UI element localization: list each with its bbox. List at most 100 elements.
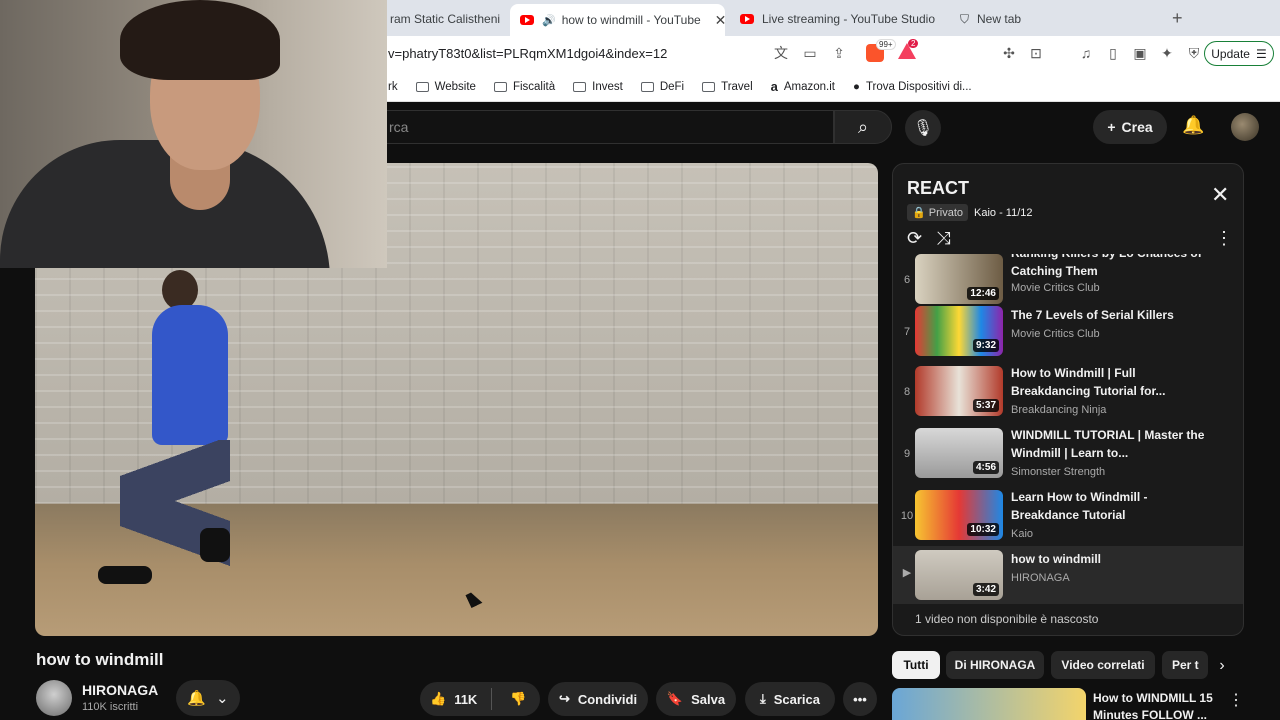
playlist-meta: 🔒 Privato Kaio - 11/12 (907, 204, 1033, 221)
create-button[interactable]: + Crea (1093, 110, 1167, 144)
search-button[interactable]: ⌕ (834, 110, 892, 144)
extensions-icon[interactable]: ✣ (1000, 44, 1018, 62)
url-input[interactable]: v=phatryT83t0&list=PLRqmXM1dgoi4&index=1… (388, 46, 667, 61)
screenshot-icon[interactable]: ⊡ (1027, 44, 1045, 62)
tab-calisthenics[interactable]: ram Static Calisthenic (380, 5, 500, 33)
playlist-video-channel: Simonster Strength (1011, 466, 1106, 478)
tab-new[interactable]: ⛉ New tab (950, 5, 1150, 33)
cast-icon[interactable]: ▭ (801, 44, 819, 62)
like-dislike-button[interactable]: 👍 11K 👎 (420, 682, 540, 716)
duration-badge: 10:32 (967, 523, 999, 536)
tab-youtube-studio[interactable]: Live streaming - YouTube Studio (730, 5, 945, 33)
playlist-item[interactable]: 8 5:37 How to Windmill | Full Breakdanci… (893, 364, 1243, 422)
playlist-item[interactable]: 7 9:32 The 7 Levels of Serial Killers Mo… (893, 304, 1243, 362)
leo-ai-icon[interactable]: ✦ (1158, 44, 1176, 62)
vpn-icon[interactable]: ⛨ (1185, 44, 1203, 62)
chip-from-channel[interactable]: Di HIRONAGA (946, 651, 1044, 679)
save-button[interactable]: 🔖 Salva (656, 682, 736, 716)
notification-button[interactable]: 🔔 ⌄ (176, 680, 240, 716)
playlist-video-channel: Movie Critics Club (1011, 328, 1100, 340)
playlist-owner-progress[interactable]: Kaio - 11/12 (974, 207, 1033, 219)
video-thumbnail[interactable]: 10:32 (915, 490, 1003, 540)
folder-icon (640, 81, 654, 92)
media-icon[interactable]: ♫ (1077, 44, 1095, 62)
playlist-video-channel: HIRONAGA (1011, 572, 1070, 584)
channel-name[interactable]: HIRONAGA (82, 682, 158, 698)
more-vertical-icon[interactable]: ⋮ (1215, 228, 1233, 249)
tab-label: New tab (977, 12, 1022, 26)
bookmark-fiscalita[interactable]: Fiscalità (493, 81, 555, 93)
video-thumbnail[interactable]: 12:46 (915, 254, 1003, 304)
chip-all[interactable]: Tutti (892, 651, 940, 679)
playlist-video-channel: Breakdancing Ninja (1011, 404, 1107, 416)
voice-search-button[interactable]: 🎙 (905, 110, 941, 146)
duration-badge: 12:46 (967, 287, 999, 300)
new-tab-plus-icon[interactable]: + (1172, 8, 1183, 29)
folder-icon (573, 81, 587, 92)
toolbar-icons: ✣ ⊡ ♫ ▯ ▣ ✦ ⛨ (1000, 44, 1203, 62)
bookmark-travel[interactable]: Travel (702, 81, 753, 93)
download-button[interactable]: ⤓ Scarica (745, 682, 835, 716)
duration-badge: 5:37 (972, 399, 999, 412)
avatar[interactable] (1231, 113, 1259, 141)
chip-related[interactable]: Video correlati (1051, 651, 1155, 679)
bookmark-defi[interactable]: DeFi (640, 81, 684, 93)
thumbs-up-icon[interactable]: 👍 (430, 691, 446, 707)
search-input[interactable]: rca (370, 110, 834, 144)
playlist-item-current[interactable]: ▶ 3:42 how to windmill HIRONAGA (893, 546, 1243, 604)
playlist-item[interactable]: 9 4:56 WINDMILL TUTORIAL | Master the Wi… (893, 426, 1243, 484)
apple-icon: ● (853, 80, 860, 93)
loop-icon[interactable]: ⟳ (907, 228, 922, 249)
playlist-video-title: how to windmill (1011, 552, 1101, 566)
bookmark-amazon[interactable]: a Amazon.it (771, 79, 835, 94)
channel-avatar[interactable] (36, 680, 72, 716)
sidebar-icon[interactable]: ▯ (1104, 44, 1122, 62)
recommended-thumbnail[interactable] (892, 688, 1086, 720)
plus-icon: + (1107, 119, 1116, 135)
recommended-title[interactable]: How to WINDMILL 15 Minutes FOLLOW ... (1093, 690, 1223, 720)
download-icon: ⤓ (759, 691, 766, 706)
playlist-title[interactable]: REACT (907, 178, 969, 199)
bookmark-item[interactable]: rk (388, 81, 398, 93)
share-icon[interactable]: ⇪ (830, 44, 848, 62)
video-thumbnail[interactable]: 5:37 (915, 366, 1003, 416)
folder-icon (493, 81, 507, 92)
bell-icon[interactable]: 🔔 (1182, 115, 1204, 136)
playlist-list: 6 12:46 Ranking Killers by Lo Chances of… (893, 254, 1243, 604)
bookmark-invest[interactable]: Invest (573, 81, 623, 93)
playlist-video-title: Learn How to Windmill - Breakdance Tutor… (1011, 490, 1148, 522)
duration-badge: 9:32 (972, 339, 999, 352)
playlist-controls: ⟳ ⤨ (907, 228, 951, 249)
playlist-item[interactable]: 10 10:32 Learn How to Windmill - Breakda… (893, 488, 1243, 546)
more-actions-button[interactable]: ••• (843, 682, 877, 716)
menu-icon: ☰ (1255, 46, 1267, 61)
thumbs-down-icon[interactable]: 👎 (510, 691, 526, 707)
play-indicator-icon: ▶ (902, 567, 912, 579)
video-thumbnail[interactable]: 9:32 (915, 306, 1003, 356)
search-icon: ⌕ (857, 116, 869, 137)
video-thumbnail[interactable]: 4:56 (915, 428, 1003, 478)
playlist-video-title: The 7 Levels of Serial Killers (1011, 308, 1174, 322)
video-dancer (162, 270, 198, 310)
share-arrow-icon: ↪ (558, 691, 570, 706)
video-thumbnail[interactable]: 3:42 (915, 550, 1003, 600)
playlist-item[interactable]: 6 12:46 Ranking Killers by Lo Chances of… (893, 254, 1243, 310)
youtube-favicon-icon (520, 15, 534, 25)
tab-youtube-windmill[interactable]: 🔊 how to windmill - YouTube ✕ (510, 4, 725, 36)
folder-icon (415, 81, 429, 92)
shuffle-icon[interactable]: ⤨ (936, 228, 950, 249)
translate-icon[interactable]: 文 (772, 44, 790, 62)
chip-for-you[interactable]: Per t (1162, 651, 1208, 679)
share-button[interactable]: ↪ Condividi (548, 682, 648, 716)
video-title: how to windmill (36, 650, 164, 669)
update-button[interactable]: Update ☰ (1204, 41, 1274, 66)
tab-label: Live streaming - YouTube Studio (762, 12, 935, 26)
wallet-icon[interactable]: ▣ (1131, 44, 1149, 62)
privacy-badge: 🔒 Privato (907, 204, 969, 221)
bookmark-website[interactable]: Website (415, 81, 476, 93)
chevron-right-icon[interactable]: › (1208, 654, 1236, 678)
close-icon[interactable]: ✕ (715, 12, 725, 29)
more-vertical-icon[interactable]: ⋮ (1228, 690, 1244, 710)
bookmark-find-devices[interactable]: ● Trova Dispositivi di... (853, 81, 972, 93)
close-icon[interactable]: ✕ (1211, 184, 1229, 206)
